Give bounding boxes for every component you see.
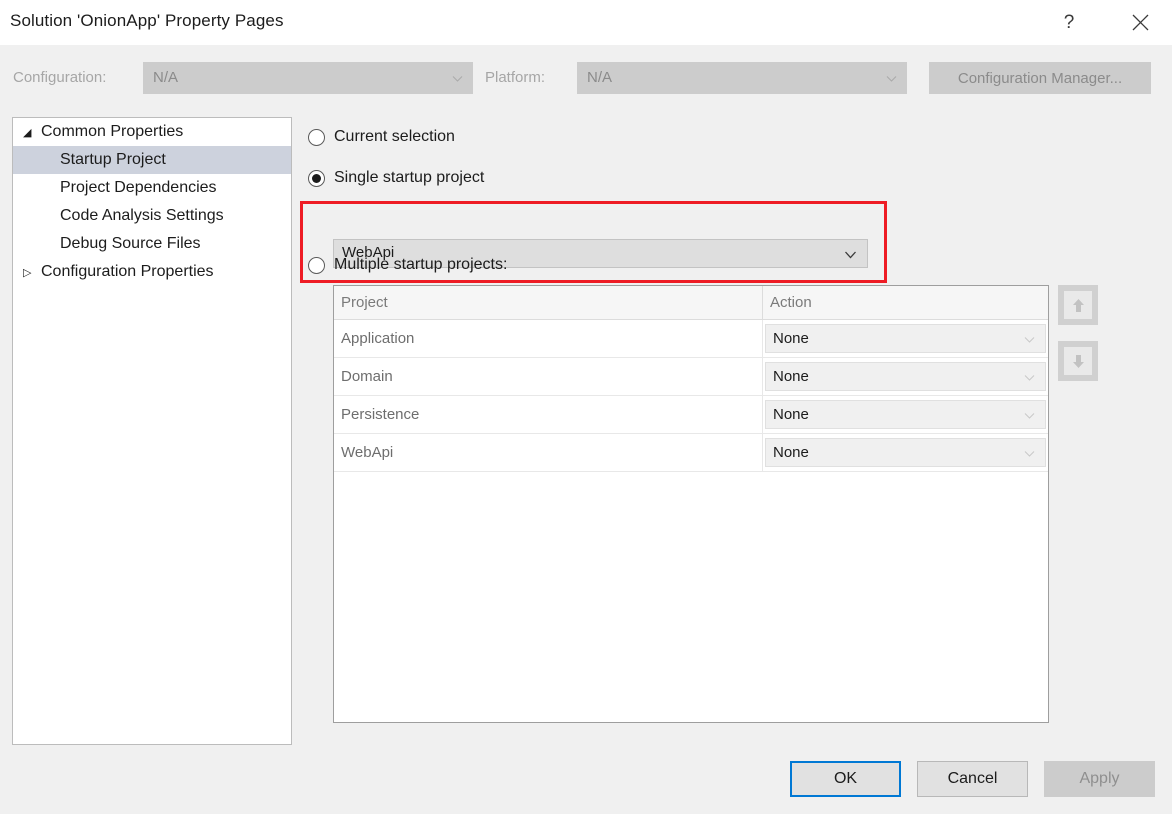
radio-current-selection[interactable]: Current selection <box>308 125 455 149</box>
configuration-label: Configuration: <box>13 69 107 86</box>
dialog-footer: OK Cancel Apply <box>0 753 1172 814</box>
cell-action: None <box>763 396 1048 433</box>
chevron-down-icon <box>1024 413 1035 419</box>
cell-project-name: WebApi <box>334 434 763 471</box>
column-header-project: Project <box>334 286 763 319</box>
apply-button-label: Apply <box>1079 770 1120 787</box>
radio-indicator <box>308 128 325 146</box>
platform-value: N/A <box>587 69 613 86</box>
tree-item-label: Debug Source Files <box>60 235 201 252</box>
arrow-up-icon <box>1072 298 1084 312</box>
startup-project-pane: Current selection Single startup project… <box>300 117 1160 747</box>
chevron-down-icon <box>886 76 897 82</box>
cell-action: None <box>763 320 1048 357</box>
chevron-down-icon <box>452 76 463 82</box>
table-row[interactable]: Persistence None <box>334 396 1048 434</box>
properties-tree[interactable]: ◢ Common Properties Startup Project Project… <box>12 117 292 745</box>
platform-dropdown[interactable]: N/A <box>577 62 907 94</box>
tree-item-label: Startup Project <box>60 151 166 168</box>
question-mark-icon: ? <box>1063 11 1075 33</box>
radio-multiple-startup-projects[interactable]: Multiple startup projects: <box>308 253 507 277</box>
ok-button[interactable]: OK <box>790 761 901 797</box>
help-button[interactable]: ? <box>1046 0 1092 45</box>
chevron-down-icon <box>1024 337 1035 343</box>
grid-header: Project Action <box>334 286 1048 320</box>
chevron-down-icon <box>845 251 856 259</box>
cancel-button-label: Cancel <box>947 770 998 787</box>
radio-single-startup-project-label: Single startup project <box>334 169 485 186</box>
action-dropdown[interactable]: None <box>765 400 1046 429</box>
action-value: None <box>773 406 809 423</box>
tree-item-startup-project[interactable]: Startup Project <box>13 146 291 174</box>
action-dropdown[interactable]: None <box>765 438 1046 467</box>
action-value: None <box>773 330 809 347</box>
radio-current-selection-label: Current selection <box>334 128 455 145</box>
chevron-down-icon <box>1024 375 1035 381</box>
tree-item-debug-source-files[interactable]: Debug Source Files <box>13 230 291 258</box>
cancel-button[interactable]: Cancel <box>917 761 1028 797</box>
cell-project-name: Domain <box>334 358 763 395</box>
platform-label: Platform: <box>485 69 546 86</box>
column-header-action: Action <box>770 294 812 311</box>
table-row[interactable]: Domain None <box>334 358 1048 396</box>
action-value: None <box>773 368 809 385</box>
table-row[interactable]: WebApi None <box>334 434 1048 472</box>
action-dropdown[interactable]: None <box>765 324 1046 353</box>
cell-project-name: Persistence <box>334 396 763 433</box>
tree-item-label: Common Properties <box>41 123 184 140</box>
apply-button[interactable]: Apply <box>1044 761 1155 797</box>
cell-action: None <box>763 434 1048 471</box>
configuration-manager-label: Configuration Manager... <box>957 69 1123 87</box>
arrow-down-icon <box>1072 354 1084 368</box>
dialog-body: Configuration: N/A Platform: N/A Configu… <box>0 45 1172 814</box>
startup-projects-grid: Project Action Application None Domain None… <box>333 285 1049 723</box>
move-up-button[interactable] <box>1058 285 1098 325</box>
radio-multiple-startup-projects-label: Multiple startup projects: <box>334 256 508 273</box>
configuration-bar: Configuration: N/A Platform: N/A Configu… <box>0 45 1172 100</box>
tree-item-label: Code Analysis Settings <box>60 207 224 224</box>
close-button[interactable] <box>1117 0 1163 45</box>
cell-project-name: Application <box>334 320 763 357</box>
tree-item-code-analysis-settings[interactable]: Code Analysis Settings <box>13 202 291 230</box>
page-title: Solution 'OnionApp' Property Pages <box>10 11 284 30</box>
chevron-down-icon <box>1024 451 1035 457</box>
move-down-button[interactable] <box>1058 341 1098 381</box>
tree-item-common-properties[interactable]: ◢ Common Properties <box>13 118 291 146</box>
ok-button-label: OK <box>833 770 858 787</box>
radio-single-startup-project[interactable]: Single startup project <box>308 166 484 190</box>
configuration-value: N/A <box>153 69 179 86</box>
close-icon <box>1132 14 1148 31</box>
tree-item-project-dependencies[interactable]: Project Dependencies <box>13 174 291 202</box>
action-value: None <box>773 444 809 461</box>
expanded-triangle-icon[interactable]: ◢ <box>23 126 39 139</box>
cell-action: None <box>763 358 1048 395</box>
radio-indicator <box>308 169 325 187</box>
table-row[interactable]: Application None <box>334 320 1048 358</box>
configuration-dropdown[interactable]: N/A <box>143 62 473 94</box>
radio-indicator <box>308 256 325 274</box>
tree-item-configuration-properties[interactable]: ▷ Configuration Properties <box>13 258 291 286</box>
title-bar: Solution 'OnionApp' Property Pages ? <box>0 0 1172 45</box>
action-dropdown[interactable]: None <box>765 362 1046 391</box>
configuration-manager-button[interactable]: Configuration Manager... <box>929 62 1151 94</box>
tree-item-label: Project Dependencies <box>60 179 217 196</box>
collapsed-triangle-icon[interactable]: ▷ <box>23 266 39 279</box>
tree-item-label: Configuration Properties <box>41 263 214 280</box>
